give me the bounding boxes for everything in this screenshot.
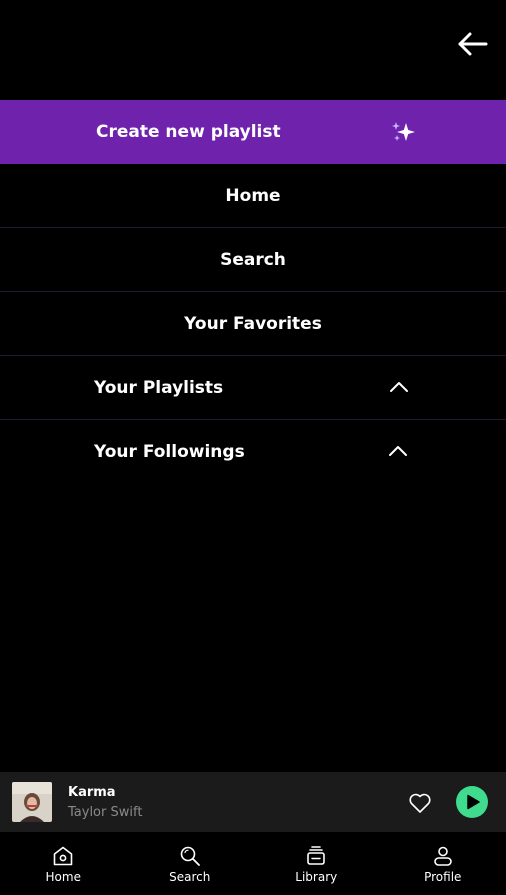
menu-item-label: Search [220,250,286,270]
sparkles-icon [392,122,415,141]
now-playing-bar[interactable]: Karma Taylor Swift [0,772,506,832]
track-artist: Taylor Swift [68,805,143,820]
heart-icon[interactable] [408,792,432,814]
chevron-up-icon[interactable] [389,380,409,394]
menu-item-label: Your Playlists [94,378,224,398]
menu-item-home[interactable]: Home [0,164,506,228]
album-cover-image [12,782,52,822]
chevron-up-icon[interactable] [388,444,408,458]
menu-item-label: Your Favorites [184,314,322,334]
home-icon [53,846,73,866]
profile-icon [433,846,452,866]
menu-item-label: Home [225,186,281,206]
create-playlist-label: Create new playlist [96,122,281,142]
menu-item-favorites[interactable]: Your Favorites [0,292,506,356]
search-icon [180,846,200,866]
nav-search-label: Search [169,870,211,884]
nav-profile-label: Profile [424,870,462,884]
nav-profile[interactable]: Profile [380,832,506,895]
play-button[interactable] [456,786,488,818]
menu-item-label: Your Followings [94,442,245,462]
top-bar [0,0,506,100]
nav-home-label: Home [45,870,81,884]
library-icon [307,846,326,865]
nav-library[interactable]: Library [253,832,380,895]
nav-search[interactable]: Search [127,832,254,895]
play-icon [467,794,480,810]
nav-library-label: Library [295,870,338,884]
create-playlist-button[interactable]: Create new playlist [0,100,506,164]
bottom-navigation: Home Search Library Profile [0,832,506,895]
waveform-icon [30,28,72,60]
track-title: Karma [68,785,116,800]
nav-home[interactable]: Home [0,832,127,895]
menu-item-playlists[interactable]: Your Playlists [0,356,506,420]
menu-item-search[interactable]: Search [0,228,506,292]
menu-item-followings[interactable]: Your Followings [0,420,506,484]
back-arrow-icon[interactable] [452,26,492,62]
